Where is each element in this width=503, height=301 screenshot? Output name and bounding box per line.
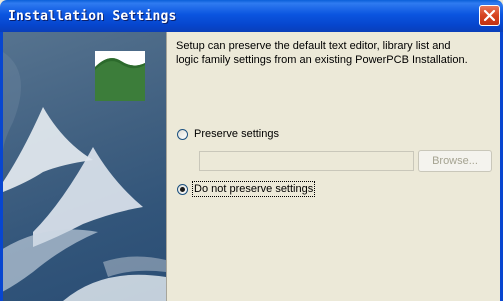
radio-preserve-settings[interactable] <box>177 128 188 140</box>
wizard-side-image <box>3 32 166 301</box>
installer-logo-icon <box>95 58 145 101</box>
option-preserve-settings[interactable]: Preserve settings <box>177 126 279 142</box>
radio-do-not-preserve-settings[interactable] <box>177 183 188 195</box>
settings-path-input[interactable] <box>199 151 414 171</box>
title-bar[interactable]: Installation Settings <box>0 0 503 32</box>
option-do-not-preserve-settings[interactable]: Do not preserve settings <box>177 181 316 197</box>
close-button[interactable] <box>479 5 500 26</box>
panel-separator <box>166 32 167 301</box>
installer-logo <box>95 51 145 101</box>
close-icon <box>483 9 496 22</box>
option-label: Preserve settings <box>194 128 279 140</box>
installation-settings-dialog: Installation Settings Setup can preserve… <box>0 0 503 301</box>
option-label: Do not preserve settings <box>191 181 316 197</box>
intro-text: Setup can preserve the default text edit… <box>176 40 468 66</box>
browse-button[interactable]: Browse... <box>418 150 492 172</box>
window-title: Installation Settings <box>8 9 177 24</box>
